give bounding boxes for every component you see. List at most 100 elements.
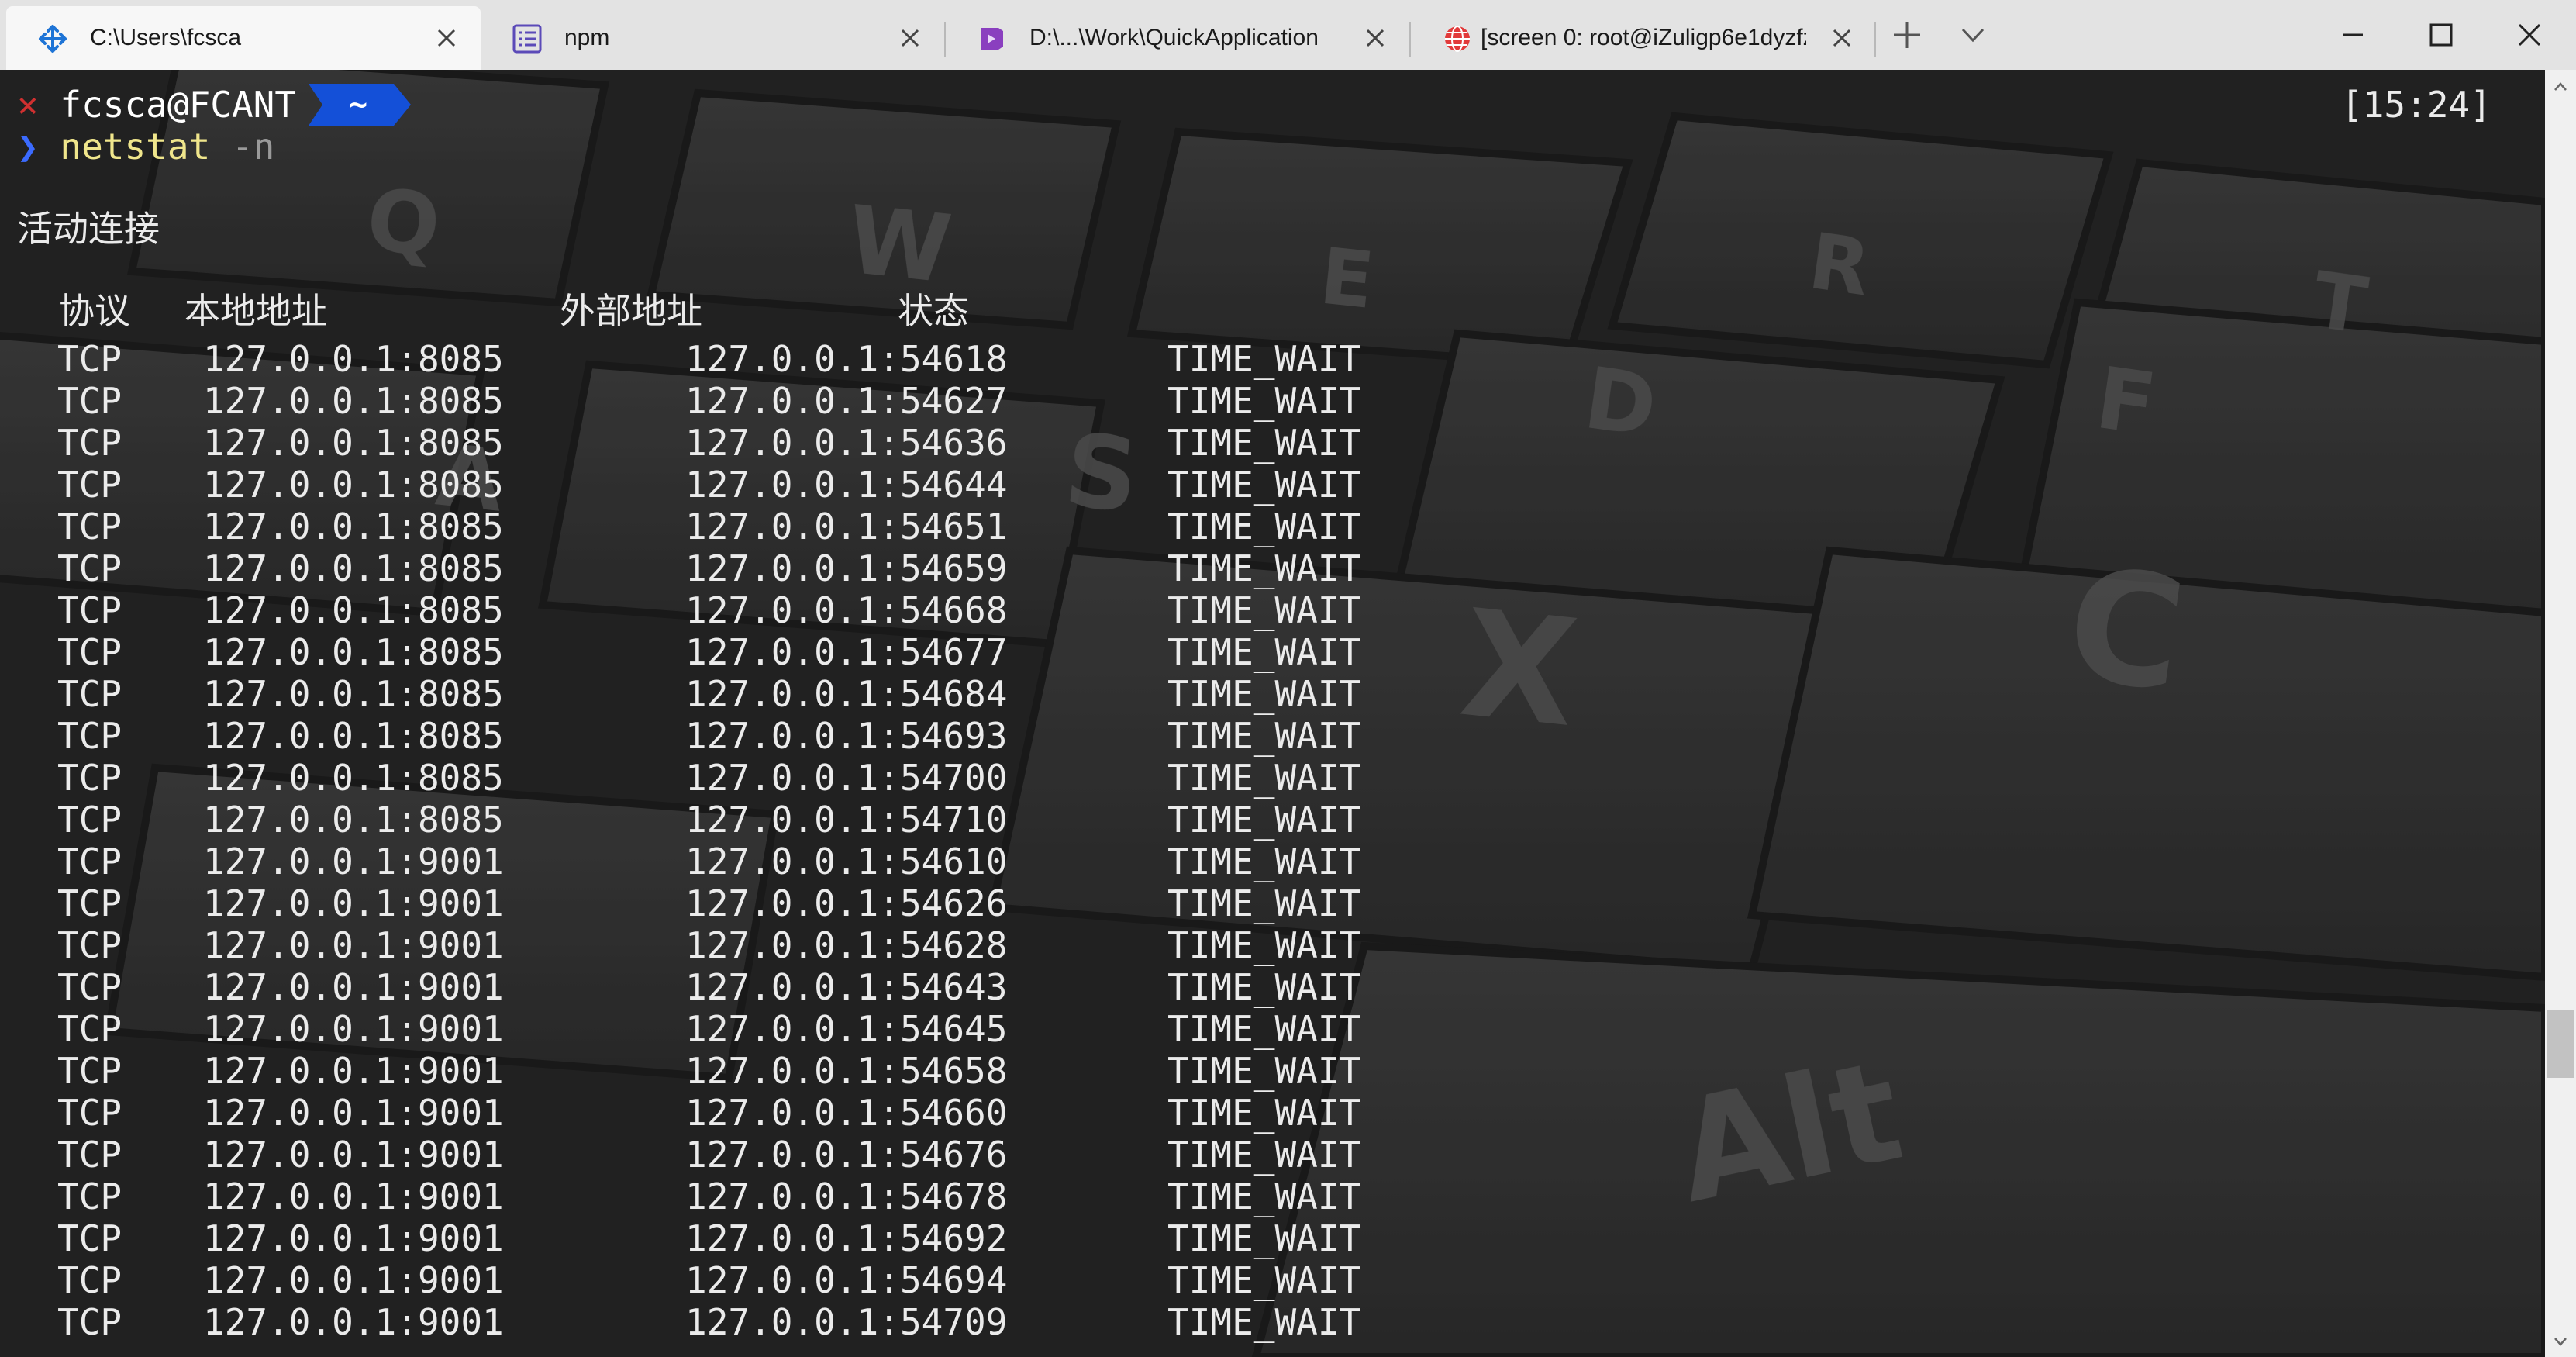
tab-label: npm [564,25,610,50]
row-foreign-address: 127.0.0.1:54700 [685,757,1008,799]
row-state: TIME_WAIT [1167,380,1361,422]
row-state: TIME_WAIT [1167,966,1361,1008]
command-name: netstat [60,126,211,167]
row-proto: TCP [57,1092,122,1134]
row-proto: TCP [57,1301,122,1343]
row-state: TIME_WAIT [1167,1217,1361,1259]
tab-users-fcsca[interactable]: C:\Users\fcsca [6,6,481,70]
globe-icon [1445,26,1470,52]
row-local-address: 127.0.0.1:8085 [203,380,504,422]
close-tab-icon[interactable] [431,22,462,54]
user-host: fcsca@FCANT [60,84,297,126]
row-local-address: 127.0.0.1:9001 [203,966,504,1008]
row-proto: TCP [57,673,122,715]
scrollbar-thumb[interactable] [2547,1010,2574,1078]
row-proto: TCP [57,1134,122,1176]
row-foreign-address: 127.0.0.1:54645 [685,1008,1008,1050]
vertical-scrollbar[interactable] [2545,70,2576,1357]
row-foreign-address: 127.0.0.1:54668 [685,589,1008,631]
scroll-down-icon[interactable] [2551,1332,2570,1351]
minimize-icon[interactable] [2309,0,2397,70]
row-state: TIME_WAIT [1167,799,1361,841]
row-local-address: 127.0.0.1:8085 [203,589,504,631]
row-proto: TCP [57,422,122,464]
row-local-address: 127.0.0.1:9001 [203,882,504,924]
prompt-time: [15:24] [2341,84,2492,126]
row-state: TIME_WAIT [1167,1008,1361,1050]
row-foreign-address: 127.0.0.1:54709 [685,1301,1008,1343]
terminal-pane[interactable]: Q W E R T A S D F X C Alt × fcsca@FCANT … [0,70,2576,1357]
tab-label: D:\...\Work\QuickApplication [1029,25,1319,50]
row-state: TIME_WAIT [1167,924,1361,966]
row-proto: TCP [57,1050,122,1092]
close-tab-icon[interactable] [895,22,926,54]
row-proto: TCP [57,1217,122,1259]
row-local-address: 127.0.0.1:9001 [203,1092,504,1134]
tab-label: [screen 0: root@iZuligp6e1dyzfz [1481,25,1806,50]
scroll-up-icon[interactable] [2551,78,2570,96]
output-heading: 活动连接 [17,208,160,250]
row-state: TIME_WAIT [1167,547,1361,589]
row-proto: TCP [57,799,122,841]
command-line: ❯ netstat -n [17,126,274,167]
row-state: TIME_WAIT [1167,1259,1361,1301]
row-foreign-address: 127.0.0.1:54651 [685,506,1008,547]
prompt-line: × fcsca@FCANT [17,84,296,126]
row-local-address: 127.0.0.1:8085 [203,673,504,715]
row-local-address: 127.0.0.1:9001 [203,1259,504,1301]
row-state: TIME_WAIT [1167,631,1361,673]
row-foreign-address: 127.0.0.1:54678 [685,1176,1008,1217]
row-foreign-address: 127.0.0.1:54677 [685,631,1008,673]
row-local-address: 127.0.0.1:8085 [203,422,504,464]
tab-quickapplication[interactable]: D:\...\Work\QuickApplication [946,6,1408,70]
row-foreign-address: 127.0.0.1:54658 [685,1050,1008,1092]
row-local-address: 127.0.0.1:8085 [203,631,504,673]
row-proto: TCP [57,966,122,1008]
row-local-address: 127.0.0.1:8085 [203,338,504,380]
row-foreign-address: 127.0.0.1:54710 [685,799,1008,841]
row-proto: TCP [57,715,122,757]
close-tab-icon[interactable] [1360,22,1391,54]
row-local-address: 127.0.0.1:9001 [203,1050,504,1092]
error-status-icon: × [17,84,39,126]
row-proto: TCP [57,506,122,547]
row-state: TIME_WAIT [1167,715,1361,757]
row-state: TIME_WAIT [1167,589,1361,631]
row-state: TIME_WAIT [1167,1092,1361,1134]
terminal-list-icon [512,24,542,54]
close-tab-icon[interactable] [1826,22,1857,54]
column-header-state: 状态 [898,290,969,332]
maximize-icon[interactable] [2397,0,2485,70]
row-state: TIME_WAIT [1167,464,1361,506]
row-foreign-address: 127.0.0.1:54628 [685,924,1008,966]
row-foreign-address: 127.0.0.1:54618 [685,338,1008,380]
row-foreign-address: 127.0.0.1:54684 [685,673,1008,715]
row-proto: TCP [57,547,122,589]
row-proto: TCP [57,589,122,631]
close-icon[interactable] [2485,0,2574,70]
row-local-address: 127.0.0.1:9001 [203,924,504,966]
chevron-down-icon[interactable] [1954,16,1992,54]
row-foreign-address: 127.0.0.1:54636 [685,422,1008,464]
column-header-local: 本地地址 [184,290,327,332]
row-state: TIME_WAIT [1167,338,1361,380]
tab-screen-session[interactable]: [screen 0: root@iZuligp6e1dyzfz [1411,6,1873,70]
plus-icon[interactable] [1888,16,1926,54]
row-proto: TCP [57,1008,122,1050]
row-foreign-address: 127.0.0.1:54643 [685,966,1008,1008]
current-directory: ~ [349,87,368,123]
command-flag: -n [231,126,275,167]
row-state: TIME_WAIT [1167,1301,1361,1343]
row-state: TIME_WAIT [1167,1176,1361,1217]
row-foreign-address: 127.0.0.1:54660 [685,1092,1008,1134]
row-state: TIME_WAIT [1167,757,1361,799]
tab-npm[interactable]: npm [481,6,944,70]
row-local-address: 127.0.0.1:8085 [203,547,504,589]
row-state: TIME_WAIT [1167,882,1361,924]
row-proto: TCP [57,464,122,506]
row-proto: TCP [57,380,122,422]
row-local-address: 127.0.0.1:9001 [203,1134,504,1176]
row-proto: TCP [57,631,122,673]
row-state: TIME_WAIT [1167,841,1361,882]
row-local-address: 127.0.0.1:9001 [203,1176,504,1217]
